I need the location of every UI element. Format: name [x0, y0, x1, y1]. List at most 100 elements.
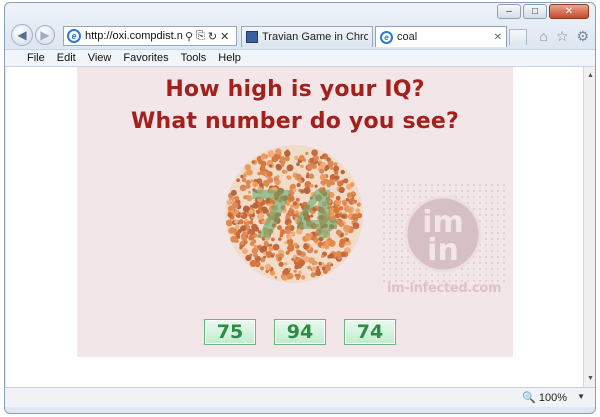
plate-dot: [298, 156, 303, 161]
refresh-icon[interactable]: ↻: [208, 30, 217, 43]
plate-dot: [230, 235, 238, 243]
plate-dot: [352, 222, 360, 230]
plate-dot: [259, 165, 266, 172]
browser-window: ‒ □ ✕ ◀ ▶ e http://oxi.compdist.ne ⚲ ⎘ ↻…: [4, 2, 596, 414]
plate-dot: [286, 164, 294, 172]
compatibility-view-icon[interactable]: ⎘: [196, 30, 205, 43]
stop-icon[interactable]: ✕: [220, 30, 229, 43]
plate-dot: [284, 262, 288, 266]
plate-dot: [226, 200, 232, 205]
plate-dot: [240, 225, 247, 232]
tab-close-icon[interactable]: ✕: [494, 32, 502, 43]
plate-dot: [351, 213, 359, 221]
ie-page-icon: e: [67, 29, 81, 43]
plate-dot: [345, 198, 350, 202]
plate-dot: [294, 273, 298, 277]
plate-dot: [234, 229, 238, 233]
plate-dot: [321, 254, 325, 258]
plate-dot: [356, 202, 361, 207]
plate-dot: [324, 167, 328, 172]
plate-dot: [307, 163, 314, 170]
plate-dot: [341, 214, 346, 219]
address-bar[interactable]: e http://oxi.compdist.ne ⚲ ⎘ ↻ ✕: [63, 26, 237, 46]
plate-dot: [327, 254, 332, 259]
plate-dot: [349, 182, 355, 188]
close-button[interactable]: ✕: [549, 4, 589, 19]
caption-buttons: ‒ □ ✕: [497, 4, 589, 19]
minimize-button[interactable]: ‒: [497, 4, 521, 19]
browser-tools: ⌂ ☆ ⚙: [539, 28, 589, 45]
page-content: How high is your IQ? What number do you …: [6, 67, 583, 387]
plate-dot: [355, 208, 361, 214]
plate-dot: [318, 261, 322, 266]
tab-label: Travian Game in Chrome - ...: [262, 31, 368, 43]
plate-dot: [296, 162, 300, 166]
plate-dot: [243, 173, 247, 178]
settings-gear-icon[interactable]: ⚙: [576, 28, 589, 45]
plate-dot: [311, 149, 318, 156]
plate-dot: [234, 195, 240, 201]
maximize-button[interactable]: □: [523, 4, 547, 19]
plate-dot: [235, 231, 241, 236]
tab-travian[interactable]: Travian Game in Chrome - ...: [241, 26, 373, 47]
answer-button-74[interactable]: 74: [344, 319, 396, 345]
plate-dot: [351, 191, 356, 196]
plate-dot: [305, 151, 309, 156]
plate-dot: [309, 157, 315, 163]
menu-help[interactable]: Help: [218, 52, 241, 64]
plate-dot: [236, 178, 240, 182]
menu-edit[interactable]: Edit: [57, 52, 76, 64]
plate-dot: [288, 268, 291, 271]
plate-dot: [260, 257, 266, 263]
plate-dot: [295, 256, 299, 260]
plate-dot: [337, 255, 342, 260]
travian-favicon-icon: [246, 31, 258, 43]
plate-dot: [271, 254, 274, 258]
menu-favorites[interactable]: Favorites: [123, 52, 168, 64]
plate-dot: [274, 276, 278, 279]
vertical-scrollbar[interactable]: ▲ ▼: [583, 67, 595, 387]
plate-dot: [340, 169, 345, 175]
answer-button-94[interactable]: 94: [274, 319, 326, 345]
status-bar: 🔍 100% ▼: [5, 387, 595, 407]
plate-dot: [318, 160, 322, 164]
back-button[interactable]: ◀: [11, 24, 33, 46]
plate-dot: [316, 266, 320, 269]
plate-dot: [343, 224, 351, 232]
plate-dot: [310, 272, 316, 278]
plate-dot: [240, 213, 243, 216]
forward-button[interactable]: ▶: [35, 25, 55, 45]
zoom-control[interactable]: 🔍 100%: [522, 391, 567, 405]
plate-dot: [232, 202, 239, 209]
plate-dot: [351, 196, 355, 201]
tab-coal[interactable]: e coal ✕: [375, 26, 507, 47]
home-icon[interactable]: ⌂: [539, 28, 547, 45]
plate-dot: [241, 248, 248, 255]
menu-bar: File Edit View Favorites Tools Help: [5, 49, 595, 67]
plate-dot: [261, 153, 267, 159]
address-text[interactable]: http://oxi.compdist.ne: [85, 30, 183, 42]
plate-dot: [298, 270, 302, 275]
search-icon[interactable]: ⚲: [185, 30, 193, 43]
plate-dot: [311, 266, 317, 272]
plate-dot: [300, 275, 306, 280]
svg-text:in: in: [427, 233, 459, 268]
plate-dot: [251, 160, 255, 164]
favorites-star-icon[interactable]: ☆: [556, 28, 569, 45]
plate-dot: [334, 162, 338, 166]
plate-dot: [279, 156, 286, 163]
plate-dot: [343, 178, 349, 184]
menu-file[interactable]: File: [27, 52, 45, 64]
ad-banner[interactable]: How high is your IQ? What number do you …: [77, 67, 513, 357]
new-tab-button[interactable]: [509, 29, 527, 45]
scroll-up-arrow-icon[interactable]: ▲: [584, 69, 595, 82]
answer-button-75[interactable]: 75: [204, 319, 256, 345]
plate-dot: [238, 219, 244, 225]
scroll-down-arrow-icon[interactable]: ▼: [584, 372, 595, 385]
plate-dot: [277, 256, 282, 261]
plate-dot: [234, 219, 239, 224]
menu-tools[interactable]: Tools: [181, 52, 207, 64]
menu-view[interactable]: View: [88, 52, 112, 64]
plate-dot: [315, 270, 322, 276]
zoom-dropdown-arrow-icon[interactable]: ▼: [577, 392, 585, 401]
